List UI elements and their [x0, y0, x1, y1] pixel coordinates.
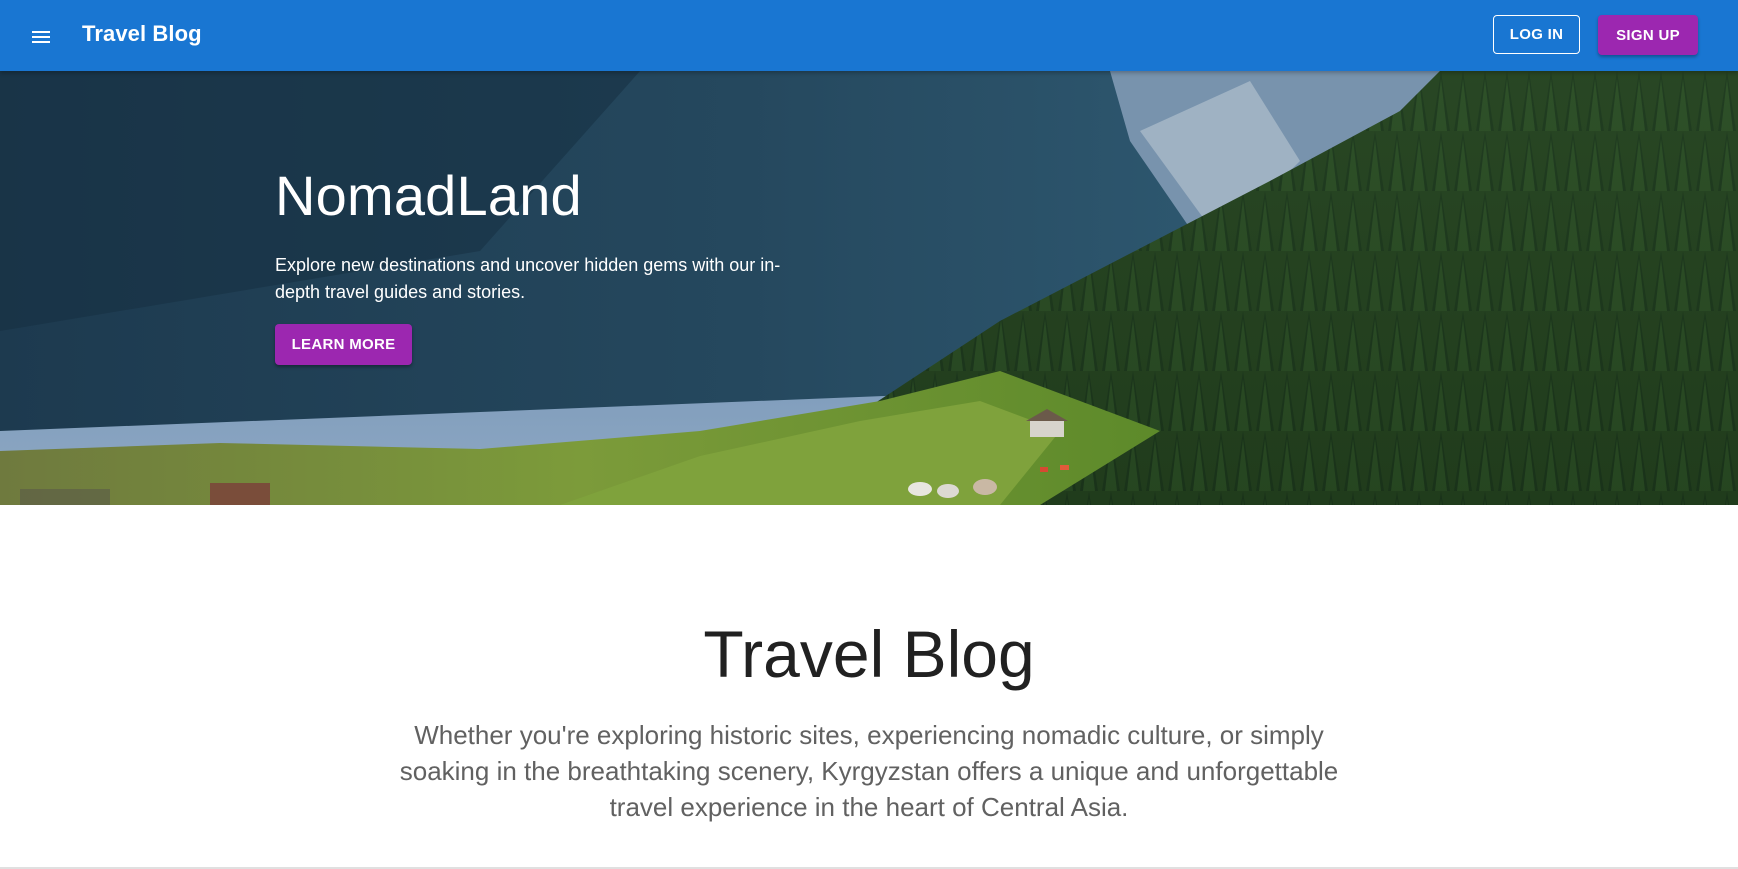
hero-background-image	[0, 71, 1738, 505]
hero-subtitle: Explore new destinations and uncover hid…	[275, 255, 781, 302]
hero-title: NomadLand	[275, 164, 582, 227]
hero-banner: NomadLand Explore new destinations and u…	[0, 71, 1738, 505]
login-button[interactable]: LOG IN	[1493, 15, 1580, 54]
signup-button[interactable]: SIGN UP	[1598, 15, 1698, 55]
section-title: Travel Blog	[703, 617, 1035, 691]
section-description: Whether you're exploring historic sites,…	[399, 720, 1339, 822]
site-title[interactable]: Travel Blog	[82, 0, 202, 71]
app-bar: Travel Blog LOG IN SIGN UP	[0, 0, 1738, 71]
hamburger-menu-icon[interactable]	[24, 20, 58, 54]
learn-more-button[interactable]: LEARN MORE	[275, 324, 412, 365]
